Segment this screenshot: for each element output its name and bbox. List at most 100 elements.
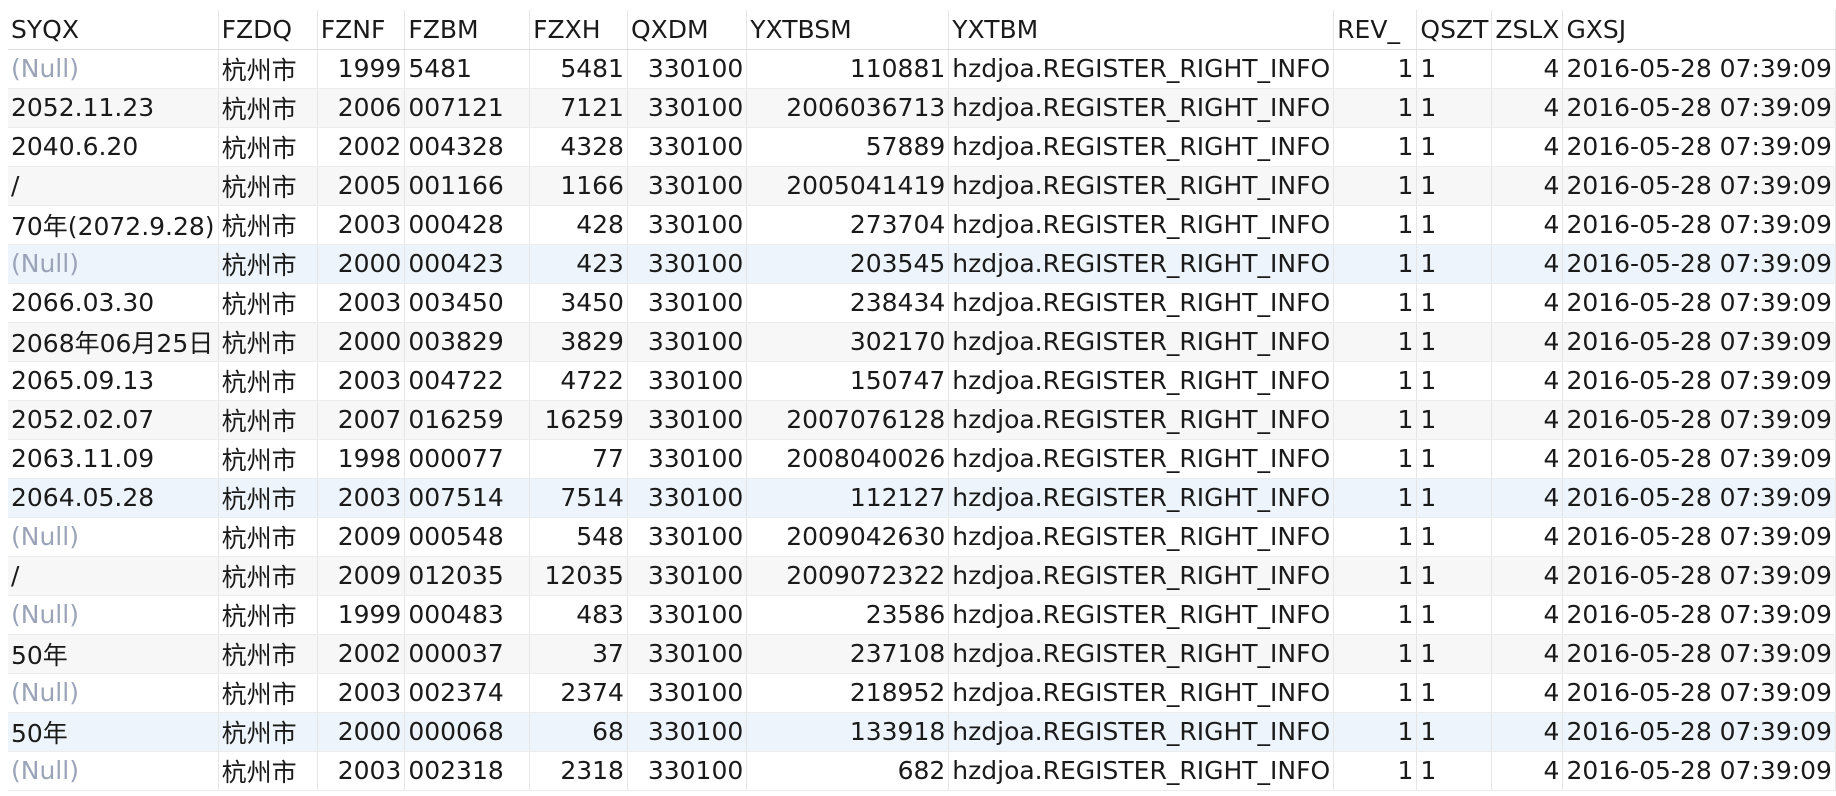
cell-fzdq[interactable]: 杭州市 — [218, 244, 318, 284]
table-row[interactable]: 2052.11.23 杭州市 2006 007121 7121 330100 2006036… — [8, 88, 1836, 128]
cell-zslx[interactable]: 4 — [1491, 712, 1564, 752]
cell-fzbm[interactable]: 007514 — [404, 478, 531, 518]
cell-qxdm[interactable]: 330100 — [627, 283, 748, 323]
cell-fzbm[interactable]: 000423 — [404, 244, 531, 284]
cell-qxdm[interactable]: 330100 — [627, 751, 748, 791]
cell-fzxh[interactable]: 7121 — [529, 88, 628, 128]
cell-rev[interactable]: 1 — [1333, 439, 1418, 479]
cell-fzdq[interactable]: 杭州市 — [218, 673, 318, 713]
cell-fzdq[interactable]: 杭州市 — [218, 517, 318, 557]
cell-fzxh[interactable]: 5481 — [529, 49, 628, 89]
cell-fzxh[interactable]: 428 — [529, 205, 628, 245]
cell-fzxh[interactable]: 4722 — [529, 361, 628, 401]
cell-syqx[interactable]: 70年(2072.9.28) — [8, 205, 219, 245]
cell-zslx[interactable]: 4 — [1491, 517, 1564, 557]
cell-qxdm[interactable]: 330100 — [627, 595, 748, 635]
cell-yxtbm[interactable]: hzdjoa.REGISTER_RIGHT_INFO — [948, 751, 1335, 791]
table-row[interactable]: (Null) 杭州市 1999 000483 483 330100 23586 hzdjoa.… — [8, 595, 1836, 635]
cell-gxsj[interactable]: 2016-05-28 07:39:09 — [1562, 400, 1836, 440]
cell-syqx[interactable]: 2064.05.28 — [8, 478, 219, 518]
cell-fzdq[interactable]: 杭州市 — [218, 88, 318, 128]
cell-syqx[interactable]: 50年 — [8, 634, 219, 674]
cell-zslx[interactable]: 4 — [1491, 283, 1564, 323]
cell-yxtbsm[interactable]: 2008040026 — [746, 439, 950, 479]
table-row[interactable]: 2040.6.20 杭州市 2002 004328 4328 330100 57889 hzd… — [8, 127, 1836, 167]
cell-yxtbm[interactable]: hzdjoa.REGISTER_RIGHT_INFO — [948, 517, 1335, 557]
cell-fznf[interactable]: 2002 — [317, 634, 406, 674]
cell-fznf[interactable]: 2000 — [317, 322, 406, 362]
cell-zslx[interactable]: 4 — [1491, 556, 1564, 596]
cell-fzdq[interactable]: 杭州市 — [218, 751, 318, 791]
table-row[interactable]: (Null) 杭州市 1999 5481 5481 330100 110881 hzdjoa.… — [8, 49, 1836, 89]
cell-fzdq[interactable]: 杭州市 — [218, 712, 318, 752]
cell-fznf[interactable]: 2003 — [317, 751, 406, 791]
cell-yxtbm[interactable]: hzdjoa.REGISTER_RIGHT_INFO — [948, 283, 1335, 323]
cell-yxtbm[interactable]: hzdjoa.REGISTER_RIGHT_INFO — [948, 205, 1335, 245]
table-row[interactable]: / 杭州市 2009 012035 12035 330100 2009072322 hzdjo… — [8, 556, 1836, 596]
cell-qxdm[interactable]: 330100 — [627, 361, 748, 401]
cell-fzxh[interactable]: 7514 — [529, 478, 628, 518]
cell-qszt[interactable]: 1 — [1416, 244, 1493, 284]
cell-fzxh[interactable]: 77 — [529, 439, 628, 479]
cell-zslx[interactable]: 4 — [1491, 205, 1564, 245]
cell-fzbm[interactable]: 003829 — [404, 322, 531, 362]
table-row[interactable]: (Null) 杭州市 2003 002318 2318 330100 682 hzdjoa.R… — [8, 751, 1836, 791]
cell-gxsj[interactable]: 2016-05-28 07:39:09 — [1562, 205, 1836, 245]
cell-fznf[interactable]: 2009 — [317, 556, 406, 596]
cell-yxtbsm[interactable]: 2005041419 — [746, 166, 950, 206]
cell-yxtbm[interactable]: hzdjoa.REGISTER_RIGHT_INFO — [948, 244, 1335, 284]
cell-fznf[interactable]: 2006 — [317, 88, 406, 128]
cell-fzdq[interactable]: 杭州市 — [218, 400, 318, 440]
table-row[interactable]: (Null) 杭州市 2009 000548 548 330100 2009042630 hz… — [8, 517, 1836, 557]
cell-fzbm[interactable]: 002318 — [404, 751, 531, 791]
cell-qszt[interactable]: 1 — [1416, 361, 1493, 401]
table-row[interactable]: 2066.03.30 杭州市 2003 003450 3450 330100 238434 h… — [8, 283, 1836, 323]
cell-qszt[interactable]: 1 — [1416, 49, 1493, 89]
column-header-qxdm[interactable]: QXDM — [627, 10, 748, 50]
cell-yxtbsm[interactable]: 237108 — [746, 634, 950, 674]
cell-rev[interactable]: 1 — [1333, 634, 1418, 674]
cell-rev[interactable]: 1 — [1333, 88, 1418, 128]
cell-yxtbsm[interactable]: 57889 — [746, 127, 950, 167]
cell-fzxh[interactable]: 3450 — [529, 283, 628, 323]
cell-fzxh[interactable]: 37 — [529, 634, 628, 674]
cell-fzdq[interactable]: 杭州市 — [218, 595, 318, 635]
cell-syqx[interactable]: (Null) — [8, 673, 219, 713]
cell-yxtbm[interactable]: hzdjoa.REGISTER_RIGHT_INFO — [948, 49, 1335, 89]
cell-syqx[interactable]: (Null) — [8, 517, 219, 557]
cell-yxtbsm[interactable]: 302170 — [746, 322, 950, 362]
cell-fzbm[interactable]: 000548 — [404, 517, 531, 557]
cell-qxdm[interactable]: 330100 — [627, 400, 748, 440]
cell-yxtbm[interactable]: hzdjoa.REGISTER_RIGHT_INFO — [948, 478, 1335, 518]
cell-fzxh[interactable]: 2374 — [529, 673, 628, 713]
cell-yxtbm[interactable]: hzdjoa.REGISTER_RIGHT_INFO — [948, 322, 1335, 362]
cell-fznf[interactable]: 2009 — [317, 517, 406, 557]
cell-yxtbm[interactable]: hzdjoa.REGISTER_RIGHT_INFO — [948, 127, 1335, 167]
cell-qszt[interactable]: 1 — [1416, 283, 1493, 323]
cell-syqx[interactable]: (Null) — [8, 49, 219, 89]
cell-fznf[interactable]: 2000 — [317, 244, 406, 284]
cell-fzbm[interactable]: 5481 — [404, 49, 531, 89]
cell-yxtbsm[interactable]: 150747 — [746, 361, 950, 401]
cell-fzdq[interactable]: 杭州市 — [218, 361, 318, 401]
cell-qxdm[interactable]: 330100 — [627, 88, 748, 128]
cell-zslx[interactable]: 4 — [1491, 49, 1564, 89]
cell-rev[interactable]: 1 — [1333, 400, 1418, 440]
cell-fzxh[interactable]: 68 — [529, 712, 628, 752]
cell-yxtbsm[interactable]: 110881 — [746, 49, 950, 89]
column-header-fzbm[interactable]: FZBM — [404, 10, 531, 50]
cell-fzxh[interactable]: 423 — [529, 244, 628, 284]
cell-fzxh[interactable]: 4328 — [529, 127, 628, 167]
cell-gxsj[interactable]: 2016-05-28 07:39:09 — [1562, 283, 1836, 323]
cell-syqx[interactable]: 2052.02.07 — [8, 400, 219, 440]
cell-fznf[interactable]: 2003 — [317, 478, 406, 518]
cell-rev[interactable]: 1 — [1333, 556, 1418, 596]
cell-fzdq[interactable]: 杭州市 — [218, 127, 318, 167]
cell-yxtbm[interactable]: hzdjoa.REGISTER_RIGHT_INFO — [948, 712, 1335, 752]
table-row[interactable]: 70年(2072.9.28) 杭州市 2003 000428 428 330100 2737… — [8, 205, 1836, 245]
cell-rev[interactable]: 1 — [1333, 712, 1418, 752]
cell-yxtbsm[interactable]: 133918 — [746, 712, 950, 752]
cell-yxtbsm[interactable]: 2009072322 — [746, 556, 950, 596]
table-row[interactable]: 2065.09.13 杭州市 2003 004722 4722 330100 150747 h… — [8, 361, 1836, 401]
cell-fzdq[interactable]: 杭州市 — [218, 634, 318, 674]
